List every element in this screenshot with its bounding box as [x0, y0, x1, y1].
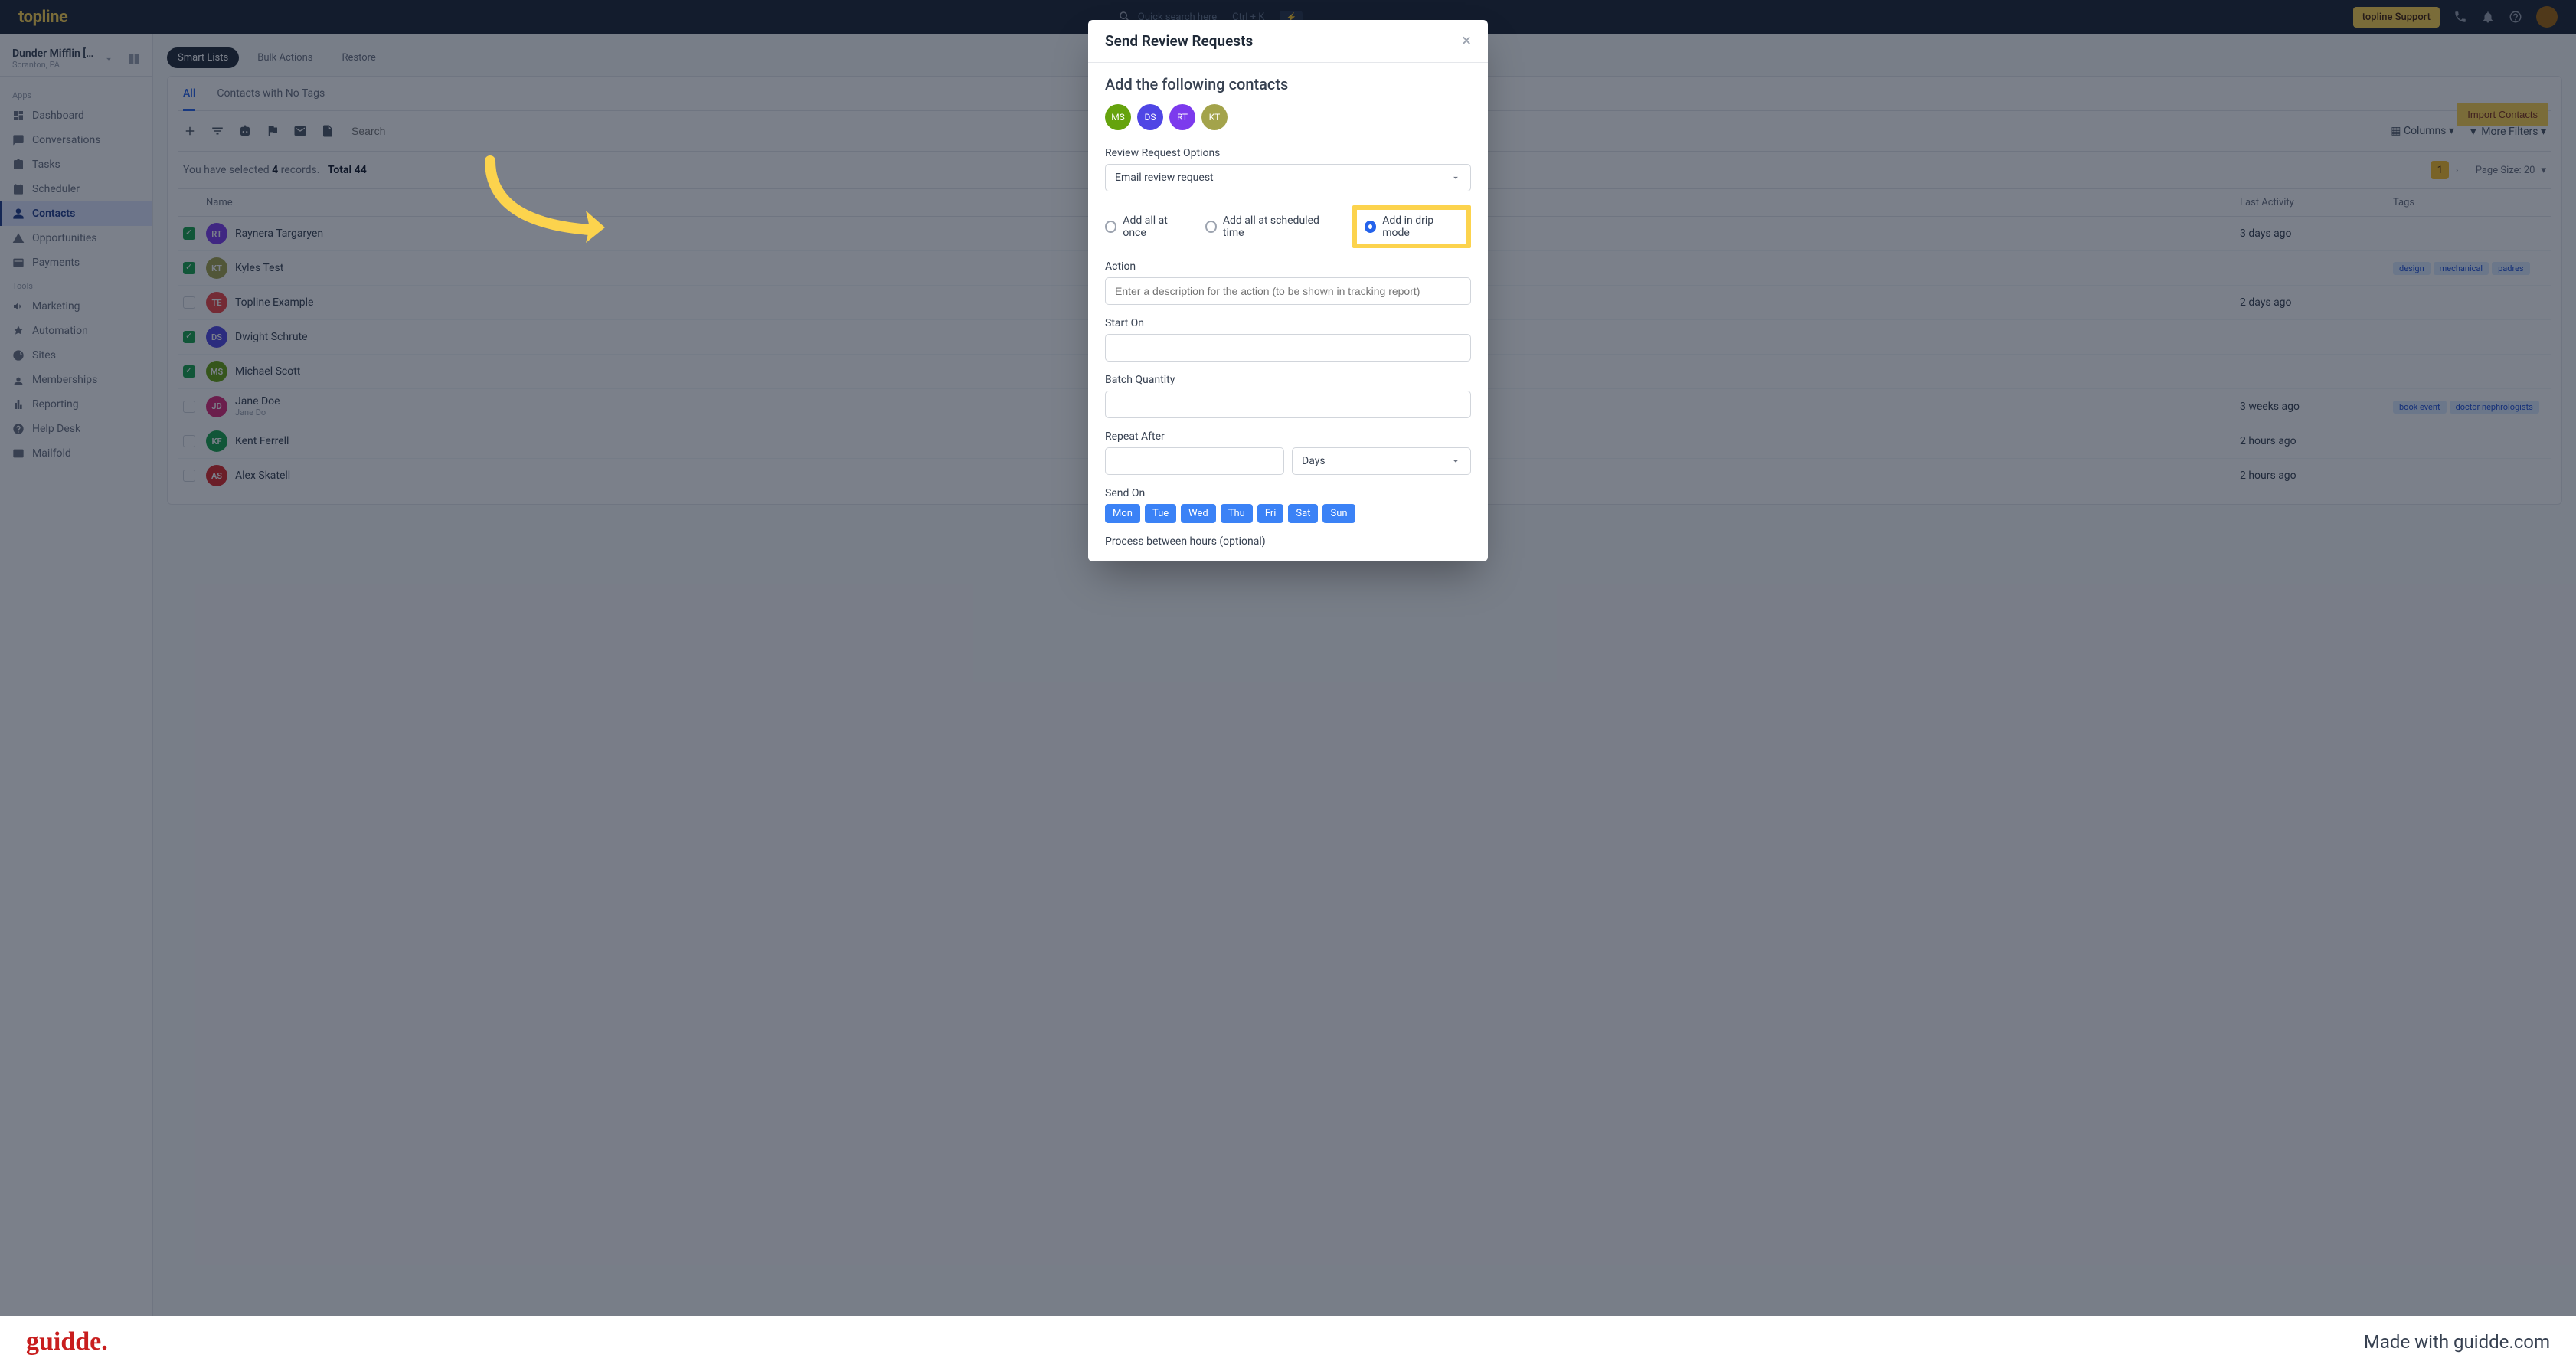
day-wed[interactable]: Wed	[1181, 504, 1216, 523]
radio-off-icon	[1105, 221, 1116, 233]
contact-avatar: RT	[1169, 104, 1195, 130]
day-tue[interactable]: Tue	[1145, 504, 1176, 523]
batch-label: Batch Quantity	[1105, 374, 1471, 386]
start-on-input[interactable]	[1105, 334, 1471, 362]
action-input[interactable]	[1105, 277, 1471, 305]
send-on-label: Send On	[1105, 487, 1471, 499]
guidde-logo: guidde.	[26, 1327, 108, 1357]
contact-avatar: KT	[1201, 104, 1228, 130]
chevron-down-icon	[1450, 172, 1461, 183]
close-icon[interactable]: ×	[1462, 33, 1471, 50]
repeat-unit-select[interactable]: Days	[1292, 447, 1471, 475]
action-label: Action	[1105, 260, 1471, 273]
radio-add-all-once[interactable]: Add all at once	[1105, 214, 1190, 239]
radio-off-icon	[1205, 221, 1217, 233]
radio-on-icon	[1365, 221, 1377, 233]
batch-input[interactable]	[1105, 391, 1471, 418]
review-option-select[interactable]: Email review request	[1105, 164, 1471, 191]
day-sat[interactable]: Sat	[1288, 504, 1318, 523]
process-hours-label: Process between hours (optional)	[1105, 535, 1471, 548]
day-fri[interactable]: Fri	[1257, 504, 1284, 523]
contact-avatar: MS	[1105, 104, 1131, 130]
contact-avatar: DS	[1137, 104, 1163, 130]
review-request-modal: Send Review Requests × Add the following…	[1088, 20, 1488, 561]
options-label: Review Request Options	[1105, 147, 1471, 159]
day-sun[interactable]: Sun	[1322, 504, 1355, 523]
day-thu[interactable]: Thu	[1221, 504, 1253, 523]
modal-subtitle: Add the following contacts	[1105, 75, 1471, 93]
review-option-value: Email review request	[1115, 172, 1214, 184]
footer-credit: Made with guidde.com	[2364, 1331, 2550, 1353]
repeat-value-input[interactable]	[1105, 447, 1284, 475]
footer: guidde. Made with guidde.com	[0, 1316, 2576, 1368]
day-mon[interactable]: Mon	[1105, 504, 1140, 523]
chevron-down-icon	[1450, 456, 1461, 466]
repeat-label: Repeat After	[1105, 430, 1471, 443]
radio-add-drip[interactable]: Add in drip mode	[1352, 205, 1471, 248]
radio-add-scheduled[interactable]: Add all at scheduled time	[1205, 214, 1337, 239]
start-on-label: Start On	[1105, 317, 1471, 329]
modal-title: Send Review Requests	[1105, 32, 1253, 50]
